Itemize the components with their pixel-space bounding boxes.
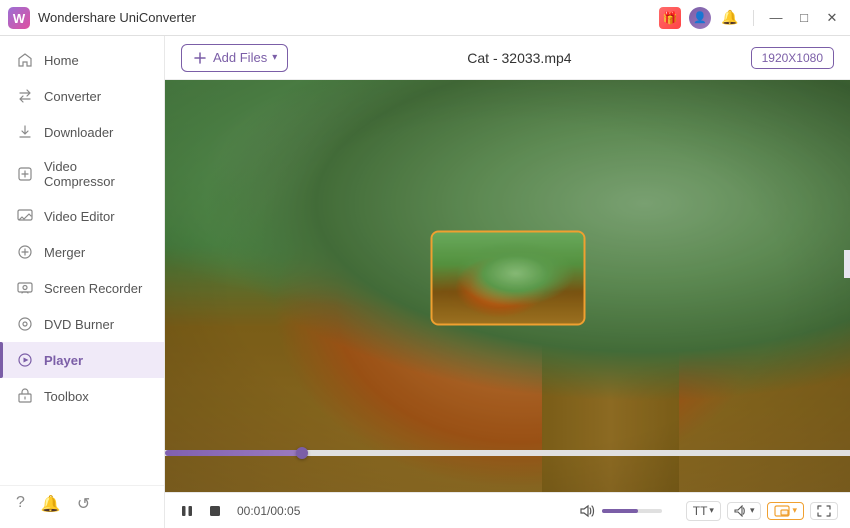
converter-icon [16, 87, 34, 105]
volume-slider[interactable] [602, 509, 662, 513]
sidebar-bottom: ? 🔔 ↺ [0, 485, 164, 522]
audio-button[interactable]: ▾ [727, 502, 762, 520]
controls-bar: 00:01/00:05 TT ▾ [165, 492, 850, 528]
svg-text:W: W [13, 11, 26, 26]
add-files-label: Add Files [213, 50, 267, 65]
content-header: Add Files ▾ Cat - 32033.mp4 1920X1080 [165, 36, 850, 80]
sidebar-item-converter[interactable]: Converter [0, 78, 164, 114]
player-icon [16, 351, 34, 369]
pip-content [432, 232, 583, 323]
fullscreen-button[interactable] [810, 502, 838, 520]
pip-preview[interactable] [430, 230, 585, 325]
maximize-button[interactable]: □ [794, 8, 814, 28]
time-total: 00:05 [270, 504, 300, 518]
video-area[interactable] [165, 80, 850, 492]
volume-icon[interactable] [577, 501, 597, 521]
sidebar-item-downloader[interactable]: Downloader [0, 114, 164, 150]
downloader-icon [16, 123, 34, 141]
sidebar-item-dvd-burner[interactable]: DVD Burner [0, 306, 164, 342]
toolbox-label: Toolbox [44, 389, 89, 404]
help-icon[interactable]: ? [16, 494, 25, 514]
subtitle-chevron: ▾ [709, 505, 714, 516]
audio-chevron: ▾ [750, 505, 755, 516]
dvd-burner-icon [16, 315, 34, 333]
gift-icon[interactable]: 🎁 [659, 7, 681, 29]
progress-thumb [296, 447, 308, 459]
bell-icon[interactable]: 🔔 [41, 494, 61, 514]
separator [753, 10, 754, 26]
titlebar-controls: 🎁 👤 🔔 — □ ✕ [659, 7, 842, 29]
app-logo: W [8, 7, 30, 29]
volume-fill [602, 509, 638, 513]
home-icon [16, 51, 34, 69]
sidebar-item-player[interactable]: Player [0, 342, 164, 378]
minimize-button[interactable]: — [766, 8, 786, 28]
time-current: 00:01 [237, 504, 267, 518]
video-compressor-icon [16, 165, 34, 183]
screen-recorder-icon [16, 279, 34, 297]
close-button[interactable]: ✕ [822, 8, 842, 28]
merger-icon [16, 243, 34, 261]
pause-button[interactable] [177, 501, 197, 521]
volume-area [577, 501, 662, 521]
video-editor-label: Video Editor [44, 209, 115, 224]
subtitle-label: TT [693, 504, 708, 518]
video-editor-icon [16, 207, 34, 225]
player-label: Player [44, 353, 83, 368]
sidebar: Home Converter Downloader [0, 36, 165, 528]
home-label: Home [44, 53, 79, 68]
sidebar-item-screen-recorder[interactable]: Screen Recorder [0, 270, 164, 306]
video-compressor-label: Video Compressor [44, 159, 148, 189]
pip-chevron: ▾ [792, 505, 797, 516]
sidebar-item-merger[interactable]: Merger [0, 234, 164, 270]
pip-button[interactable]: ▾ [767, 502, 804, 520]
resolution-badge: 1920X1080 [751, 47, 834, 69]
toolbox-icon [16, 387, 34, 405]
add-files-button[interactable]: Add Files ▾ [181, 44, 288, 72]
downloader-label: Downloader [44, 125, 113, 140]
sidebar-item-toolbox[interactable]: Toolbox [0, 378, 164, 414]
stop-button[interactable] [205, 501, 225, 521]
sidebar-item-video-editor[interactable]: Video Editor [0, 198, 164, 234]
notification-icon[interactable]: 🔔 [719, 7, 741, 29]
feedback-icon[interactable]: ↺ [77, 494, 90, 514]
sidebar-item-video-compressor[interactable]: Video Compressor [0, 150, 164, 198]
video-filename: Cat - 32033.mp4 [300, 50, 738, 66]
content-area: Add Files ▾ Cat - 32033.mp4 1920X1080 [165, 36, 850, 528]
add-files-chevron: ▾ [272, 52, 277, 63]
converter-label: Converter [44, 89, 101, 104]
main-layout: Home Converter Downloader [0, 36, 850, 528]
merger-label: Merger [44, 245, 85, 260]
time-display: 00:01/00:05 [237, 504, 300, 518]
titlebar: W Wondershare UniConverter 🎁 👤 🔔 — □ ✕ [0, 0, 850, 36]
screen-recorder-label: Screen Recorder [44, 281, 142, 296]
progress-bar[interactable] [165, 450, 850, 456]
app-title: Wondershare UniConverter [38, 10, 659, 25]
user-avatar[interactable]: 👤 [689, 7, 711, 29]
dvd-burner-label: DVD Burner [44, 317, 114, 332]
progress-fill [165, 450, 302, 456]
right-controls: TT ▾ ▾ ▾ [686, 501, 838, 521]
sidebar-item-home[interactable]: Home [0, 42, 164, 78]
sidebar-collapse-button[interactable]: ‹ [844, 250, 850, 278]
subtitle-button[interactable]: TT ▾ [686, 501, 721, 521]
